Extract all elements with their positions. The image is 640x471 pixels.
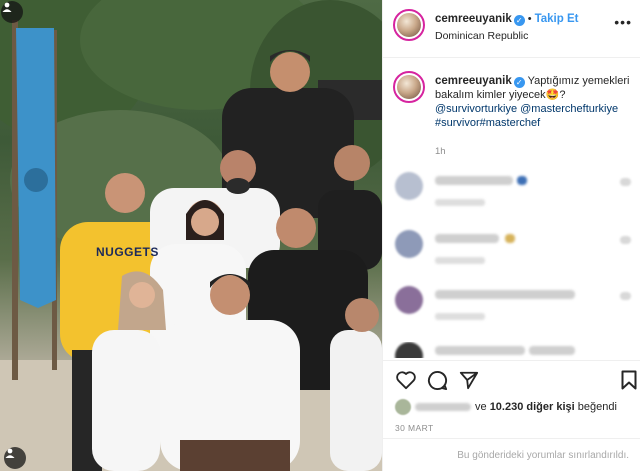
comment-text-blurred [435, 290, 575, 299]
liker-avatar[interactable] [395, 399, 411, 415]
caption-text-block: cemreeuyanik ✓ Yaptığımız yemekleri bakal… [435, 74, 635, 130]
photo-scene [0, 0, 382, 471]
tagged-people-button[interactable] [4, 447, 26, 469]
comment-like-icon[interactable] [620, 236, 631, 244]
comment-item [393, 342, 633, 358]
header-user-line: cemreeuyanik ✓ • Takip Et [435, 13, 578, 26]
comment-meta-blurred [435, 199, 485, 206]
comment-item [393, 230, 633, 280]
post-caption: cemreeuyanik ✓ Yaptığımız yemekleri bakal… [383, 58, 640, 156]
caption-time: 1h [435, 146, 446, 157]
comment-text-blurred [529, 346, 575, 355]
comment-avatar[interactable] [395, 172, 423, 200]
comment-text-blurred [435, 176, 513, 185]
user-tag-button[interactable] [1, 1, 23, 23]
comment-avatar[interactable] [395, 342, 423, 358]
bookmark-icon[interactable] [621, 370, 637, 390]
comment-item [393, 172, 633, 222]
caption-tag-masterchefturkiye[interactable]: @masterchefturkiye [520, 103, 618, 115]
comment-avatar[interactable] [395, 286, 423, 314]
comment-emoji-blurred [517, 176, 527, 185]
post-sidebar: cemreeuyanik ✓ • Takip Et Dominican Republi… [382, 0, 640, 471]
comment-like-icon[interactable] [620, 178, 631, 186]
more-options-icon[interactable]: ••• [614, 14, 632, 30]
author-username[interactable]: cemreeuyanik [435, 13, 512, 25]
caption-avatar[interactable] [393, 71, 425, 103]
comment-text-blurred [435, 346, 525, 355]
comments-restricted-notice: Bu gönderideki yorumlar sınırlandırıldı. [383, 438, 640, 471]
comment-item [393, 286, 633, 336]
post-date[interactable]: 30 MART [395, 423, 434, 433]
verified-badge-icon: ✓ [513, 77, 525, 88]
heart-icon[interactable] [395, 370, 417, 390]
separator-dot: • [527, 13, 532, 25]
likes-summary: ve 10.230 diğer kişi beğendi [395, 399, 617, 415]
post-location[interactable]: Dominican Republic [435, 30, 528, 42]
post-photo[interactable]: NUGGETS [0, 0, 382, 471]
paper-plane-icon[interactable] [459, 370, 479, 390]
likes-verb: beğendi [577, 401, 617, 413]
author-avatar[interactable] [393, 9, 425, 41]
comment-meta-blurred [435, 313, 485, 320]
comment-avatar[interactable] [395, 230, 423, 258]
comment-like-icon[interactable] [620, 292, 631, 300]
comment-emoji-blurred [505, 234, 515, 243]
user-icon [5, 448, 15, 458]
shirt-print: NUGGETS [96, 245, 159, 259]
comment-text-blurred [435, 234, 499, 243]
caption-username[interactable]: cemreeuyanik [435, 75, 512, 87]
comment-icon[interactable] [427, 370, 448, 391]
user-icon [2, 2, 12, 12]
likes-connector: ve [475, 401, 487, 413]
follow-button[interactable]: Takip Et [535, 13, 579, 25]
verified-badge-icon: ✓ [513, 15, 525, 26]
post-header: cemreeuyanik ✓ • Takip Et Dominican Republi… [383, 0, 640, 58]
likes-count[interactable]: 10.230 diğer kişi [490, 401, 575, 413]
caption-hashtags[interactable]: #survivor#masterchef [435, 117, 540, 129]
caption-tag-survivorturkiye[interactable]: @survivorturkiye [435, 103, 517, 115]
comment-meta-blurred [435, 257, 485, 264]
liker-name-blurred[interactable] [415, 403, 471, 411]
post-actions: ve 10.230 diğer kişi beğendi 30 MART Bu … [383, 360, 640, 470]
